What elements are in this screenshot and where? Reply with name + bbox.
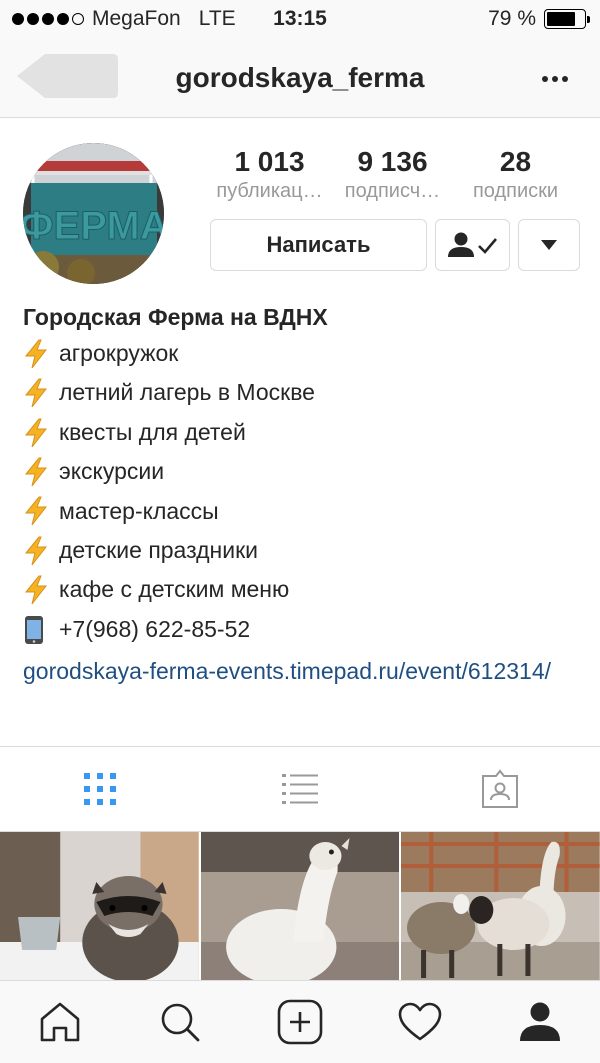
following-button[interactable] bbox=[435, 219, 510, 271]
lightning-icon bbox=[24, 536, 48, 566]
add-post-icon bbox=[277, 999, 323, 1045]
profile-icon bbox=[520, 1002, 560, 1041]
phone-number[interactable]: +7(968) 622-85-52 bbox=[59, 610, 250, 649]
post-thumbnail[interactable] bbox=[200, 832, 400, 980]
grid-view-icon bbox=[84, 773, 116, 805]
bio-line: кафе с детским меню bbox=[23, 570, 583, 609]
posts-grid bbox=[0, 832, 600, 980]
battery-percent: 79 % bbox=[488, 7, 536, 30]
stat-label: подписки bbox=[472, 180, 559, 202]
bio-text: кафе с детским меню bbox=[59, 576, 290, 603]
bio-line: квесты для детей bbox=[23, 413, 583, 452]
following-count[interactable]: 28 подписки bbox=[454, 146, 577, 204]
following-check-icon bbox=[447, 232, 497, 257]
svg-text:ФЕРМА: ФЕРМА bbox=[23, 204, 164, 248]
bio-text: летний лагерь в Москве bbox=[59, 379, 315, 406]
stat-value: 9 136 bbox=[357, 146, 428, 177]
sheep-and-llama-photo bbox=[401, 832, 600, 980]
bio-line: летний лагерь в Москве bbox=[23, 373, 583, 412]
activity-heart-icon bbox=[398, 1002, 442, 1041]
tab-grid[interactable] bbox=[0, 747, 200, 831]
bio-line: детские праздники bbox=[23, 531, 583, 570]
bio-line: экскурсии bbox=[23, 452, 583, 491]
lightning-icon bbox=[24, 339, 48, 369]
list-view-icon bbox=[282, 774, 318, 804]
bio-phone-line: +7(968) 622-85-52 bbox=[23, 610, 583, 649]
bio-text: детские праздники bbox=[59, 537, 259, 564]
profile-view-tabs bbox=[0, 746, 600, 832]
post-thumbnail[interactable] bbox=[0, 832, 199, 980]
tagged-photos-icon bbox=[482, 769, 518, 808]
search-icon bbox=[161, 1003, 200, 1042]
nav-search[interactable] bbox=[120, 981, 240, 1063]
stat-label: подписч… bbox=[344, 180, 441, 202]
bio-text: квесты для детей bbox=[59, 418, 246, 445]
profile-stats: 1 013 публикац… 9 136 подписч… 28 подпис… bbox=[208, 146, 578, 204]
caret-down-icon bbox=[541, 240, 557, 250]
bio-line: мастер-классы bbox=[23, 492, 583, 531]
profile-full-name: Городская Ферма на ВДНХ bbox=[23, 304, 328, 330]
battery-icon bbox=[544, 9, 590, 29]
profile-username: gorodskaya_ferma bbox=[175, 62, 425, 93]
nav-home[interactable] bbox=[0, 981, 120, 1063]
bio-text: экскурсии bbox=[59, 458, 165, 485]
lightning-icon bbox=[24, 378, 48, 408]
tab-tagged[interactable] bbox=[400, 747, 600, 831]
status-bar: MegaFon LTE 13:15 79 % bbox=[0, 0, 600, 40]
bottom-tab-bar bbox=[0, 980, 600, 1063]
website-link[interactable]: gorodskaya-ferma-events.timepad.ru/event… bbox=[23, 655, 583, 688]
bio-text: мастер-классы bbox=[59, 497, 219, 524]
navigation-bar: gorodskaya_ferma bbox=[0, 40, 600, 118]
stat-label: публикац… bbox=[216, 180, 323, 202]
more-options-icon bbox=[542, 76, 548, 82]
raccoon-photo bbox=[0, 832, 199, 980]
stat-value: 1 013 bbox=[234, 146, 305, 177]
followers-count[interactable]: 9 136 подписч… bbox=[331, 146, 454, 204]
lightning-icon bbox=[24, 575, 48, 605]
farm-logo-image: ФЕРМА bbox=[23, 143, 164, 284]
posts-count[interactable]: 1 013 публикац… bbox=[208, 146, 331, 204]
lightning-icon bbox=[24, 418, 48, 447]
post-thumbnail[interactable] bbox=[401, 832, 600, 980]
bio-line: агрокружок bbox=[23, 334, 583, 373]
profile-actions: Написать bbox=[210, 219, 580, 271]
nav-add-post[interactable] bbox=[240, 981, 360, 1063]
nav-profile[interactable] bbox=[480, 981, 600, 1063]
avatar[interactable]: ФЕРМА bbox=[23, 143, 164, 284]
bio-text: агрокружок bbox=[59, 340, 179, 366]
more-options-button[interactable] bbox=[540, 64, 570, 94]
nav-activity[interactable] bbox=[360, 981, 480, 1063]
battery-info: 79 % bbox=[488, 7, 590, 31]
profile-bio: Городская Ферма на ВДНХ агрокружок летни… bbox=[23, 301, 583, 688]
home-icon bbox=[40, 1002, 80, 1042]
tab-list[interactable] bbox=[200, 747, 400, 831]
stat-value: 28 bbox=[499, 146, 532, 177]
suggestions-dropdown-button[interactable] bbox=[518, 219, 580, 271]
message-button[interactable]: Написать bbox=[210, 219, 427, 271]
alpaca-photo bbox=[200, 832, 400, 980]
mobile-phone-icon bbox=[25, 615, 43, 644]
lightning-icon bbox=[24, 457, 48, 487]
lightning-icon bbox=[24, 496, 48, 526]
